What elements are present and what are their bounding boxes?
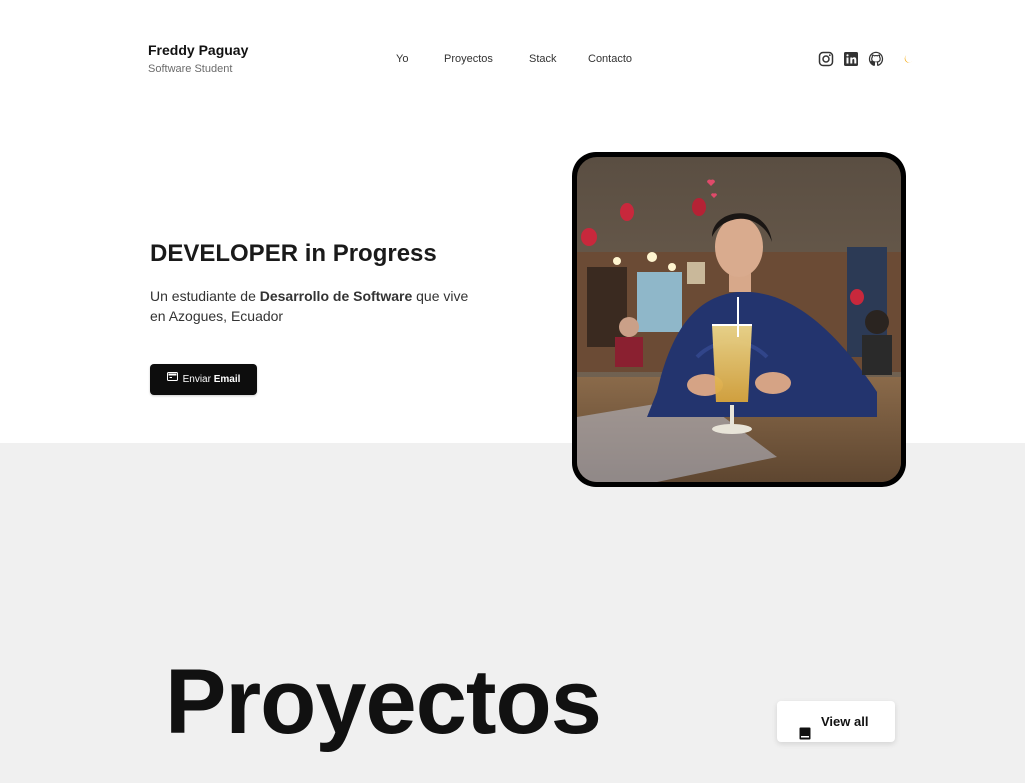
send-email-label-bold: Email [213, 374, 241, 385]
book-icon [799, 715, 811, 756]
view-all-label: View all [821, 714, 869, 729]
linkedin-icon[interactable] [843, 51, 859, 67]
profile-photo [572, 152, 906, 487]
view-all-button[interactable]: View all [777, 701, 895, 742]
hero-title-strong: DEVELOPER [150, 240, 299, 267]
github-icon[interactable] [868, 51, 884, 67]
mail-icon [166, 363, 178, 394]
hero-title-rest: in Progress [298, 240, 437, 267]
page: Freddy Paguay Software Student Yo Proyec… [0, 0, 1025, 783]
hero-desc-pre: Un estudiante de [150, 288, 260, 304]
projects-title: Proyectos [165, 651, 602, 753]
nav-link-contacto[interactable]: Contacto [588, 52, 632, 66]
send-email-button[interactable]: Enviar Email [150, 364, 257, 395]
site-header: Freddy Paguay Software Student Yo Proyec… [0, 0, 1025, 100]
hero-description: Un estudiante de Desarrollo de Software … [150, 286, 470, 326]
send-email-label-pre: Enviar [182, 374, 214, 385]
nav-link-stack[interactable]: Stack [529, 52, 557, 66]
nav-link-yo[interactable]: Yo [396, 52, 408, 66]
moon-icon[interactable] [900, 51, 916, 67]
hero-title: DEVELOPER in Progress [150, 239, 437, 269]
nav-link-proyectos[interactable]: Proyectos [444, 52, 493, 66]
instagram-icon[interactable] [818, 51, 834, 67]
hero-desc-strong: Desarrollo de Software [259, 288, 413, 304]
